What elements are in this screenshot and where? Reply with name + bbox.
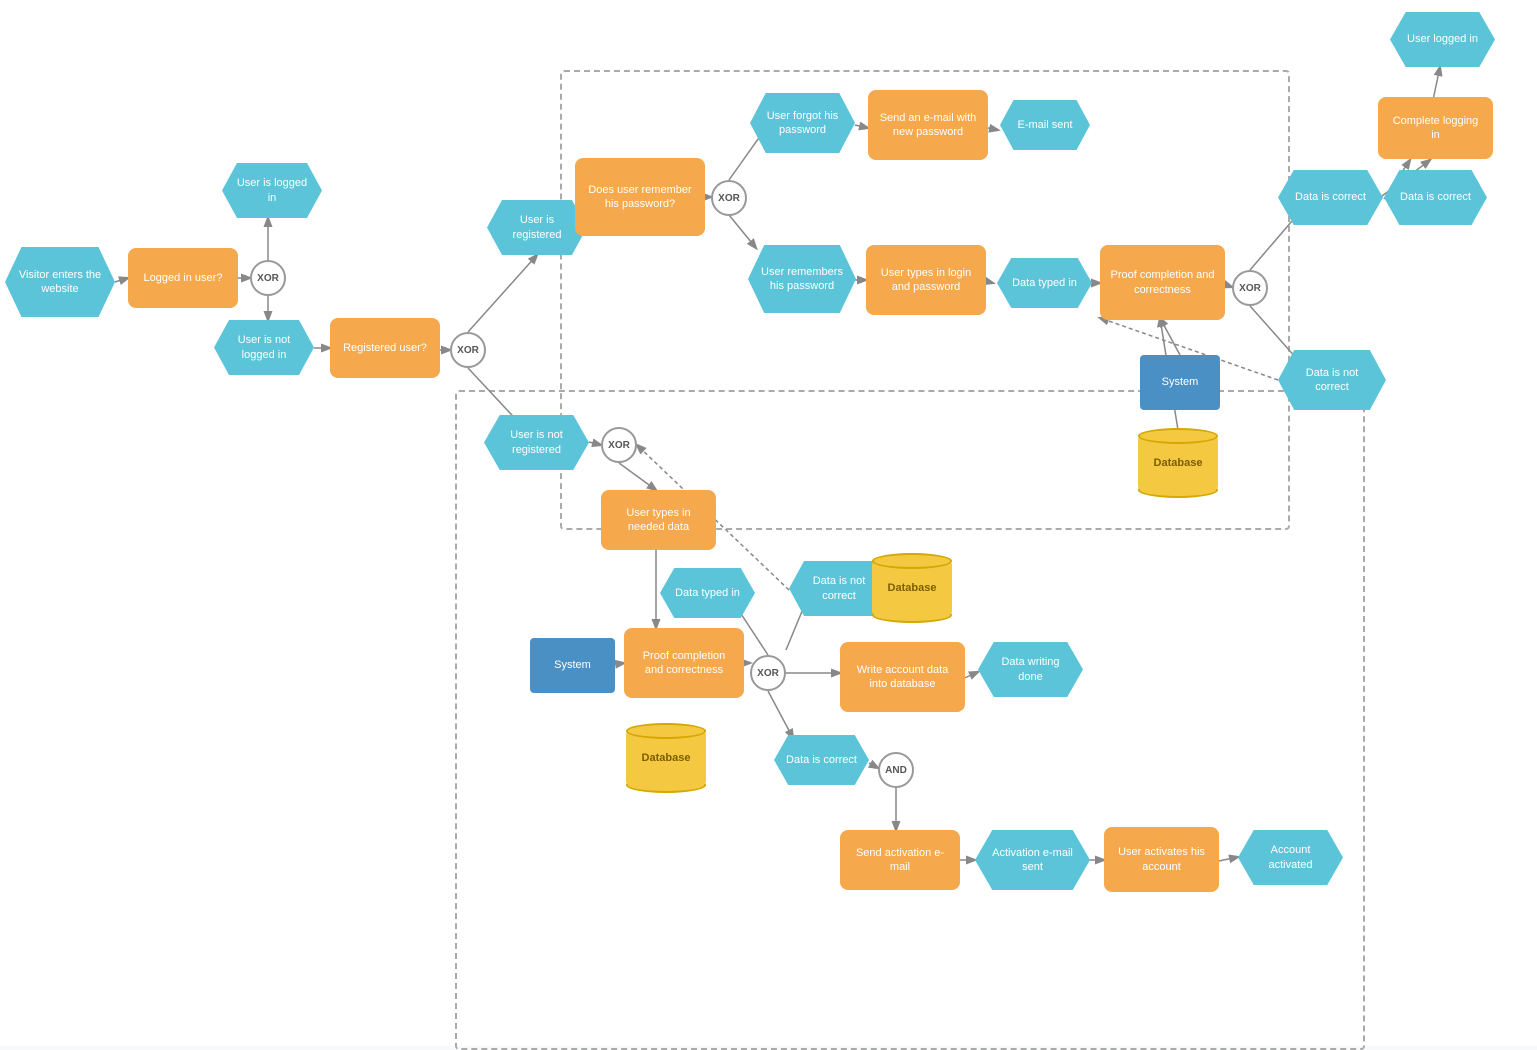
user-types-data-node: User types in needed data xyxy=(601,490,716,550)
xor6-node: XOR xyxy=(1232,270,1268,306)
does-user-remember-node: Does user remember his password? xyxy=(575,158,705,236)
account-activated-node: Account activated xyxy=(1238,830,1343,885)
data-not-correct2-node: Data is not correct xyxy=(1278,350,1386,410)
visitor-node: Visitor enters the website xyxy=(5,247,115,317)
data-correct2-node: Data is correct xyxy=(1278,170,1383,225)
dashed-box-register xyxy=(455,390,1365,1050)
data-typed-in-node: Data typed in xyxy=(997,258,1092,308)
user-remembers-node: User remembers his password xyxy=(748,245,856,313)
data-correct-reg-node: Data is correct xyxy=(774,735,869,785)
system1-node: System xyxy=(530,638,615,693)
logged-in-user-node: Logged in user? xyxy=(128,248,238,308)
user-not-registered-node: User is not registered xyxy=(484,415,589,470)
xor4-node: XOR xyxy=(750,655,786,691)
diagram-canvas: Visitor enters the website Logged in use… xyxy=(0,0,1537,1046)
send-activation-node: Send activation e-mail xyxy=(840,830,960,890)
user-logged-in-node: User is logged in xyxy=(222,163,322,218)
user-forgot-node: User forgot his password xyxy=(750,93,855,153)
db3-node: Database xyxy=(626,723,706,793)
db2-node: Database xyxy=(872,553,952,623)
send-email-new-pass-node: Send an e-mail with new password xyxy=(868,90,988,160)
user-registered-node: User is registered xyxy=(487,200,587,255)
xor3-node: XOR xyxy=(601,427,637,463)
svg-arrows xyxy=(0,0,1537,1046)
db4-node: Database xyxy=(1138,428,1218,498)
email-sent-node: E-mail sent xyxy=(1000,100,1090,150)
user-types-login-node: User types in login and password xyxy=(866,245,986,315)
proof2-node: Proof completion and correctness xyxy=(1100,245,1225,320)
xor1-node: XOR xyxy=(250,260,286,296)
and1-node: AND xyxy=(878,752,914,788)
xor5-node: XOR xyxy=(711,180,747,216)
data-writing-done-node: Data writing done xyxy=(978,642,1083,697)
user-not-logged-in-node: User is not logged in xyxy=(214,320,314,375)
xor2-node: XOR xyxy=(450,332,486,368)
system2-node: System xyxy=(1140,355,1220,410)
proof1-node: Proof completion and correctness xyxy=(624,628,744,698)
write-account-node: Write account data into database xyxy=(840,642,965,712)
user-activates-node: User activates his account xyxy=(1104,827,1219,892)
data-correct3-node: Data is correct xyxy=(1384,170,1487,225)
activation-sent-node: Activation e-mail sent xyxy=(975,830,1090,890)
registered-user-node: Registered user? xyxy=(330,318,440,378)
user-logged-in2-node: User logged in xyxy=(1390,12,1495,67)
complete-logging-node: Complete logging in xyxy=(1378,97,1493,159)
data-typed-reg-node: Data typed in xyxy=(660,568,755,618)
